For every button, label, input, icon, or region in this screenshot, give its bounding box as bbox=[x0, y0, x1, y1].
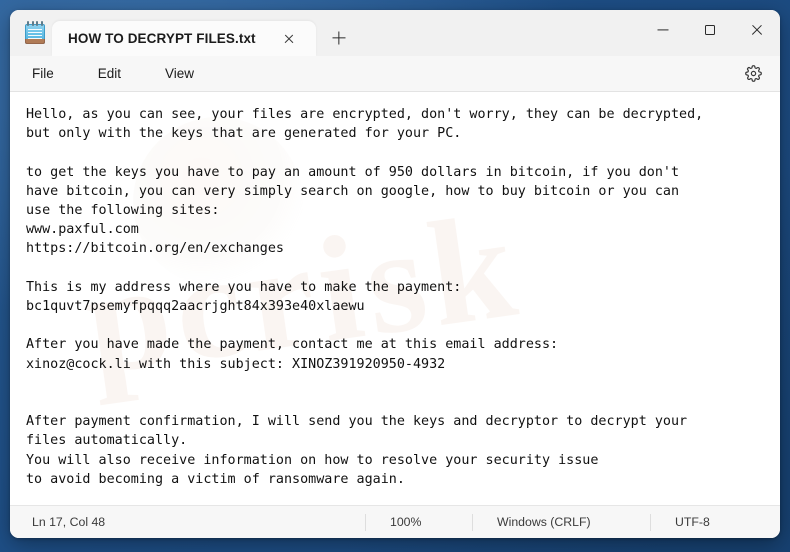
close-tab-icon[interactable] bbox=[276, 27, 302, 51]
tab-title: HOW TO DECRYPT FILES.txt bbox=[68, 31, 256, 46]
status-encoding[interactable]: UTF-8 bbox=[650, 513, 770, 531]
menu-item-file[interactable]: File bbox=[26, 62, 60, 85]
status-cursor-position: Ln 17, Col 48 bbox=[32, 515, 106, 529]
title-bar: HOW TO DECRYPT FILES.txt bbox=[10, 10, 780, 56]
status-bar: Ln 17, Col 48 100% Windows (CRLF) UTF-8 bbox=[10, 505, 780, 538]
notepad-window: HOW TO DECRYPT FILES.txt File Edit View bbox=[10, 10, 780, 538]
status-zoom-level[interactable]: 100% bbox=[365, 513, 472, 531]
notepad-icon bbox=[24, 21, 46, 45]
minimize-button[interactable] bbox=[639, 10, 686, 50]
tab-how-to-decrypt-files[interactable]: HOW TO DECRYPT FILES.txt bbox=[52, 21, 316, 56]
menu-item-view[interactable]: View bbox=[159, 62, 200, 85]
menu-item-edit[interactable]: Edit bbox=[92, 62, 127, 85]
ransom-note-text[interactable]: Hello, as you can see, your files are en… bbox=[10, 92, 780, 505]
window-controls bbox=[639, 10, 780, 50]
status-line-ending[interactable]: Windows (CRLF) bbox=[472, 513, 650, 531]
maximize-button[interactable] bbox=[686, 10, 733, 50]
new-tab-button[interactable] bbox=[324, 23, 354, 53]
gear-icon[interactable] bbox=[740, 61, 766, 87]
text-editor-area[interactable]: pcrisk Hello, as you can see, your files… bbox=[10, 92, 780, 505]
desktop-background: HOW TO DECRYPT FILES.txt File Edit View bbox=[0, 0, 790, 552]
menu-bar: File Edit View bbox=[10, 56, 780, 92]
close-window-button[interactable] bbox=[733, 10, 780, 50]
